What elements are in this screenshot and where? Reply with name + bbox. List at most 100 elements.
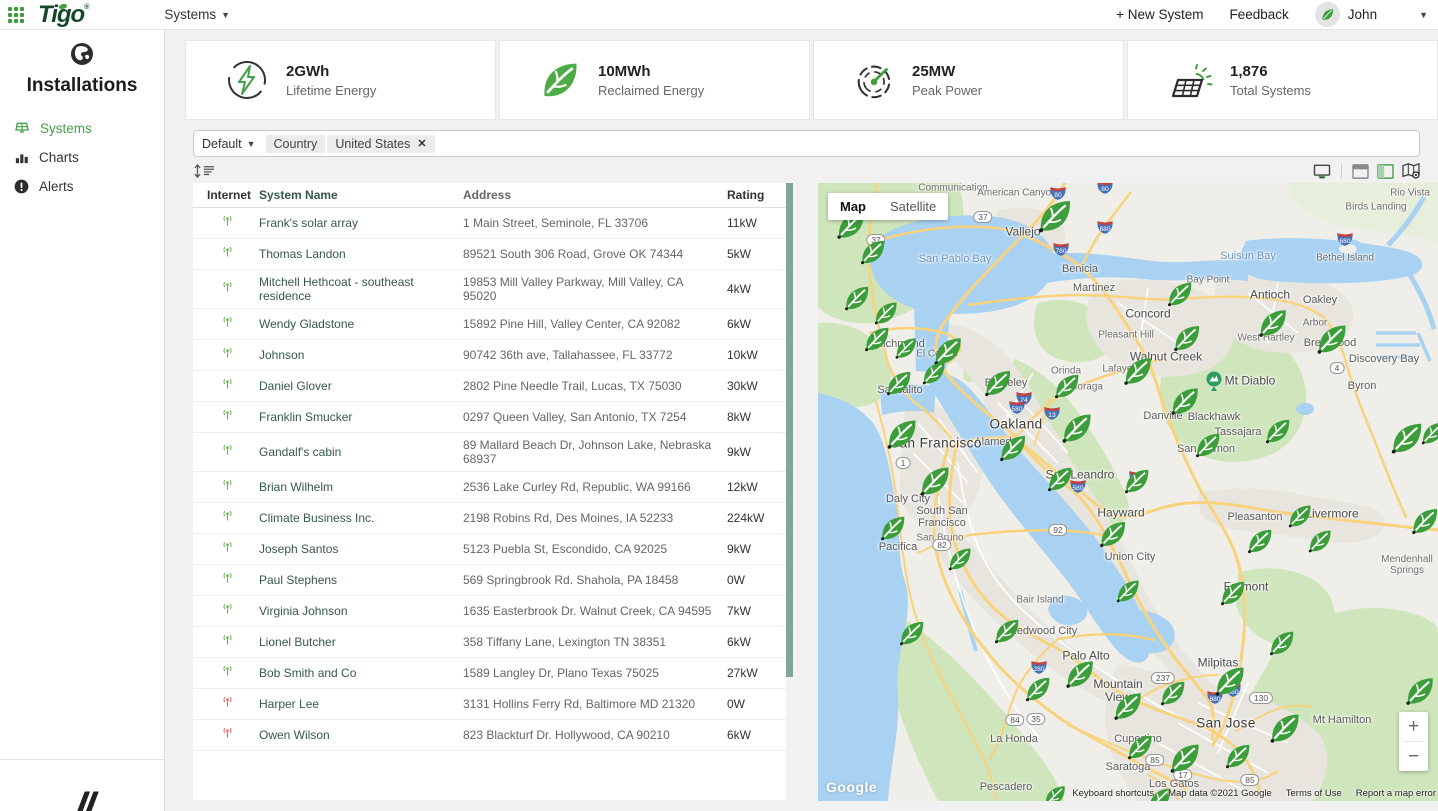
system-leaf-marker[interactable] [920,359,948,392]
system-leaf-marker[interactable] [893,335,919,366]
zoom-out-button[interactable]: − [1399,742,1428,771]
satellite-button[interactable]: Satellite [878,193,948,220]
sidebar-item-alerts[interactable]: Alerts [0,172,164,201]
table-row[interactable]: Virginia Johnson 1635 Easterbrook Dr. Wal… [193,596,793,627]
system-leaf-marker[interactable] [1111,689,1145,728]
table-row[interactable]: Owen Wilson 823 Blackturf Dr. Hollywood, … [193,720,793,751]
map-button[interactable]: Map [828,193,878,220]
app-launcher-icon[interactable] [8,6,24,23]
system-leaf-marker[interactable] [884,416,920,457]
table-row[interactable]: Joseph Santos 5123 Puebla St, Escondido, … [193,534,793,565]
col-internet[interactable]: Internet [193,188,255,202]
col-rating[interactable]: Rating [727,188,793,202]
system-name-link[interactable]: Johnson [255,343,455,367]
system-name-link[interactable]: Joseph Santos [255,537,455,561]
system-leaf-marker[interactable] [1306,527,1334,560]
system-name-link[interactable]: Daniel Glover [255,374,455,398]
system-leaf-marker[interactable] [1052,371,1082,406]
system-leaf-marker[interactable] [842,283,872,318]
table-row[interactable]: Harper Lee 3131 Hollins Ferry Rd, Baltimo… [193,689,793,720]
table-row[interactable]: Johnson 90742 36th ave, Tallahassee, FL 3… [193,340,793,371]
system-leaf-marker[interactable] [997,432,1029,469]
attribution-link[interactable]: Report a map error [1356,788,1436,799]
table-row[interactable]: Lionel Butcher 358 Tiffany Lane, Lexingto… [193,627,793,658]
system-leaf-marker[interactable] [992,616,1022,651]
system-leaf-marker[interactable] [1121,354,1155,393]
system-name-link[interactable]: Gandalf's cabin [255,440,455,464]
system-name-link[interactable]: Bob Smith and Co [255,661,455,685]
system-leaf-marker[interactable] [1122,466,1152,501]
scrollbar-thumb[interactable] [786,183,793,677]
system-name-link[interactable]: Thomas Landon [255,242,455,266]
map-view-icon[interactable] [1402,163,1420,179]
system-leaf-marker[interactable] [862,324,892,359]
system-leaf-marker[interactable] [1114,577,1142,610]
col-address[interactable]: Address [455,183,727,207]
system-leaf-marker[interactable] [917,463,953,504]
zoom-in-button[interactable]: + [1399,712,1428,741]
remove-filter-icon[interactable]: ✕ [417,137,426,150]
system-name-link[interactable]: Virginia Johnson [255,599,455,623]
split-horizontal-view-icon[interactable] [1352,163,1369,179]
system-leaf-marker[interactable] [1023,674,1053,709]
table-row[interactable]: Daniel Glover 2802 Pine Needle Trail, Luc… [193,371,793,402]
feedback-button[interactable]: Feedback [1230,7,1289,22]
system-leaf-marker[interactable] [1419,419,1438,452]
system-name-link[interactable]: Lionel Butcher [255,630,455,654]
system-leaf-marker[interactable] [1059,410,1095,451]
system-leaf-marker[interactable] [1193,430,1223,465]
attribution-link[interactable]: Terms of Use [1286,788,1342,799]
table-row[interactable]: Brian Wilhelm 2536 Lake Curley Rd, Republ… [193,472,793,503]
system-name-link[interactable]: Mitchell Hethcoat - southeast residence [255,270,455,308]
system-leaf-marker[interactable] [1409,505,1438,542]
system-leaf-marker[interactable] [858,237,888,272]
system-leaf-marker[interactable] [884,368,914,403]
system-leaf-marker[interactable] [946,545,974,578]
system-leaf-marker[interactable] [897,618,927,653]
system-name-link[interactable]: Frank's solar array [255,211,455,235]
fullscreen-view-icon[interactable] [1313,164,1331,179]
system-leaf-marker[interactable] [1314,321,1350,362]
system-leaf-marker[interactable] [1125,732,1155,767]
table-row[interactable]: Gandalf's cabin 89 Mallard Beach Dr, John… [193,433,793,472]
system-leaf-marker[interactable] [878,513,908,548]
system-name-link[interactable]: Franklin Smucker [255,405,455,429]
system-leaf-marker[interactable] [1158,678,1188,713]
filter-preset-dropdown[interactable]: Default ▼ [202,137,256,151]
split-vertical-view-icon-active[interactable] [1377,163,1394,179]
system-leaf-marker[interactable] [1223,741,1253,776]
sidebar-item-systems[interactable]: Systems [0,113,164,143]
system-name-link[interactable]: Harper Lee [255,692,455,716]
system-leaf-marker[interactable] [1212,663,1248,704]
system-name-link[interactable]: Brian Wilhelm [255,475,455,499]
table-row[interactable]: Mitchell Hethcoat - southeast residence 1… [193,270,793,309]
system-leaf-marker[interactable] [1097,518,1129,555]
system-leaf-marker[interactable] [1035,196,1075,241]
system-leaf-marker[interactable] [1267,710,1303,751]
attribution-link[interactable]: Keyboard shortcuts [1072,788,1154,799]
system-leaf-marker[interactable] [1167,740,1203,781]
tigo-logo[interactable]: Tigo® [38,2,89,27]
account-chevron-icon[interactable]: ▼ [1419,10,1428,20]
sidebar-item-charts[interactable]: Charts [0,143,164,172]
user-menu[interactable]: John [1314,2,1377,27]
system-leaf-marker[interactable] [1042,783,1068,801]
map-panel[interactable]: Communication American Canyon Rio Vista Bir… [818,183,1438,801]
system-leaf-marker[interactable] [1263,416,1293,451]
new-system-button[interactable]: + New System [1116,7,1203,22]
table-row[interactable]: Bob Smith and Co 1589 Langley Dr, Plano T… [193,658,793,689]
system-leaf-marker[interactable] [1267,628,1297,663]
system-name-link[interactable]: Climate Business Inc. [255,506,455,530]
systems-menu[interactable]: Systems ▼ [164,7,230,22]
sort-icon[interactable] [193,164,215,178]
system-leaf-marker[interactable] [1218,578,1248,613]
table-row[interactable]: Franklin Smucker 0297 Queen Valley, San A… [193,402,793,433]
system-name-link[interactable]: Paul Stephens [255,568,455,592]
system-leaf-marker[interactable] [1171,322,1203,359]
system-leaf-marker[interactable] [1165,279,1195,314]
table-row[interactable]: Paul Stephens 569 Springbrook Rd. Shahola… [193,565,793,596]
system-leaf-marker[interactable] [1256,306,1290,345]
system-leaf-marker[interactable] [1245,526,1275,561]
table-row[interactable]: Thomas Landon 89521 South 306 Road, Grove… [193,239,793,270]
system-name-link[interactable]: Wendy Gladstone [255,312,455,336]
